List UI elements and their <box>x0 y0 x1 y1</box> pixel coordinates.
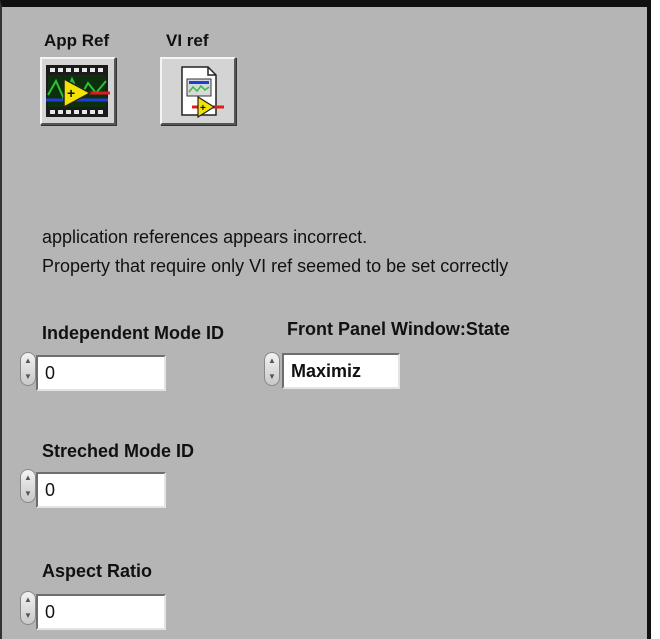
app-ref-control[interactable]: + <box>40 57 116 125</box>
svg-text:+: + <box>200 103 206 114</box>
front-panel: App Ref + VI ref + application reference… <box>0 0 651 639</box>
status-message-line-2: Property that require only VI ref seemed… <box>42 256 509 276</box>
svg-text:+: + <box>67 85 75 101</box>
status-message-line-1: application references appears incorrect… <box>42 227 368 247</box>
stretched-mode-input[interactable]: 0 <box>36 472 166 508</box>
increment-arrow-icon[interactable]: ▲ <box>267 354 277 368</box>
front-panel-state-select[interactable]: Maximiz <box>282 353 400 389</box>
independent-mode-input[interactable]: 0 <box>36 355 166 391</box>
app-ref-icon: + <box>46 65 110 117</box>
decrement-arrow-icon[interactable]: ▼ <box>267 370 277 384</box>
app-ref-label: App Ref <box>44 31 110 50</box>
vi-ref-label: VI ref <box>166 31 209 50</box>
independent-mode-spinner[interactable]: ▲ ▼ <box>20 352 36 386</box>
aspect-ratio-spinner[interactable]: ▲ ▼ <box>20 591 36 625</box>
decrement-arrow-icon[interactable]: ▼ <box>23 609 33 623</box>
aspect-ratio-label: Aspect Ratio <box>42 561 153 581</box>
stretched-mode-spinner[interactable]: ▲ ▼ <box>20 469 36 503</box>
front-panel-state-spinner[interactable]: ▲ ▼ <box>264 352 280 386</box>
aspect-ratio-input[interactable]: 0 <box>36 594 166 630</box>
front-panel-state-label: Front Panel Window:State <box>287 319 510 339</box>
decrement-arrow-icon[interactable]: ▼ <box>23 487 33 501</box>
decrement-arrow-icon[interactable]: ▼ <box>23 370 33 384</box>
stretched-mode-label: Streched Mode ID <box>42 441 195 461</box>
increment-arrow-icon[interactable]: ▲ <box>23 354 33 368</box>
increment-arrow-icon[interactable]: ▲ <box>23 593 33 607</box>
vi-ref-control[interactable]: + <box>160 57 236 125</box>
independent-mode-label: Independent Mode ID <box>42 323 224 343</box>
increment-arrow-icon[interactable]: ▲ <box>23 471 33 485</box>
vi-ref-icon: + <box>181 66 224 119</box>
